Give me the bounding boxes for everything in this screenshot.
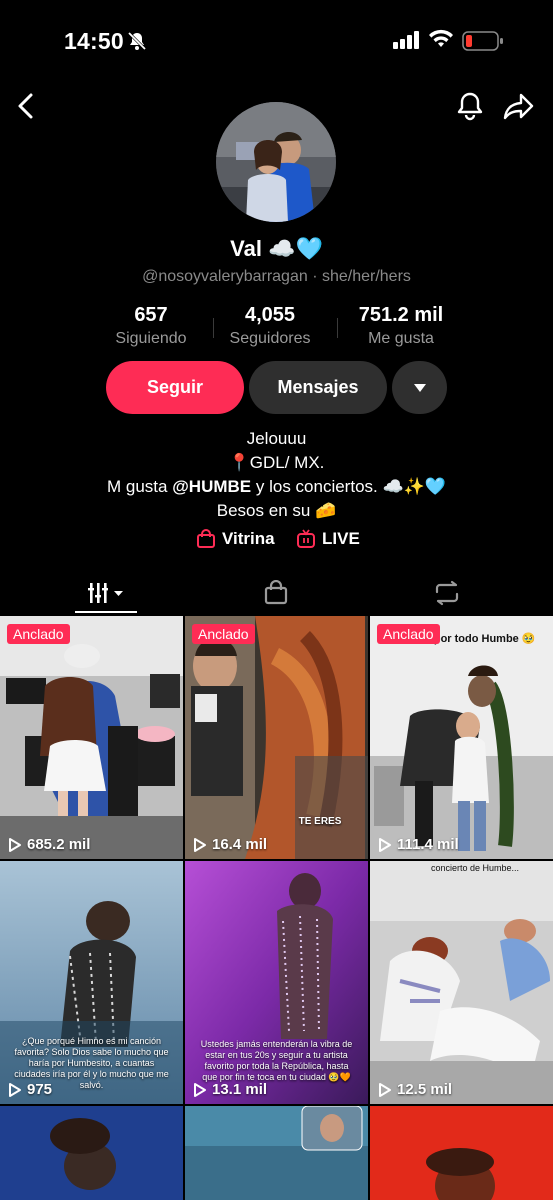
videos-grid-icon — [88, 583, 123, 603]
repost-icon — [435, 580, 459, 606]
video-thumbnail[interactable]: concierto de Humbe... 12.5 mil — [370, 861, 553, 1104]
bio-line: Besos en su 🧀 — [216, 501, 337, 520]
more-options-button[interactable] — [392, 361, 447, 414]
video-caption: TE ERES — [298, 816, 342, 827]
video-thumbnail[interactable] — [370, 1106, 553, 1200]
mention-link[interactable]: @HUMBE — [172, 477, 251, 496]
profile-avatar[interactable] — [216, 102, 336, 222]
content-tabs — [0, 572, 553, 614]
play-icon — [379, 1082, 391, 1097]
profile-links: Vitrina LIVE — [0, 529, 553, 555]
bio-line: Jelouuu — [246, 429, 307, 448]
profile-stats: 657 Siguiendo 4,055 Seguidores 751.2 mil… — [0, 304, 553, 352]
chevron-left-icon — [18, 93, 33, 119]
video-preview — [370, 861, 553, 1104]
play-icon — [194, 837, 206, 852]
wifi-icon — [428, 29, 454, 54]
profile-name: Val ☁️🩵 — [230, 236, 323, 261]
view-count-value: 111.4 mil — [397, 836, 459, 853]
showcase-label: Vitrina — [222, 529, 275, 548]
video-preview — [0, 1106, 183, 1200]
video-thumbnail[interactable]: ¿Que porqué Himno es mi canción favorita… — [0, 861, 183, 1104]
status-bar: 14:50 — [0, 0, 553, 80]
pinned-badge: Anclado — [7, 624, 70, 644]
tv-icon — [297, 529, 315, 548]
view-count: 13.1 mil — [193, 1081, 267, 1098]
showcase-link[interactable]: Vitrina — [196, 529, 275, 549]
video-thumbnail[interactable]: Anclado TE ERES 16.4 mil — [185, 616, 368, 859]
shopping-bag-icon — [197, 529, 215, 548]
follow-button[interactable]: Seguir — [106, 361, 244, 414]
avatar-photo — [216, 102, 336, 222]
live-link[interactable]: LIVE — [296, 529, 360, 549]
video-thumbnail[interactable] — [0, 1106, 183, 1200]
bio-text: M gusta — [107, 477, 173, 496]
play-icon — [9, 1082, 21, 1097]
stat-value: 751.2 mil — [358, 304, 444, 326]
live-label: LIVE — [322, 529, 360, 548]
video-caption: Ustedes jamás entenderán la vibra de est… — [200, 1039, 353, 1082]
bio-line: 📍GDL/ MX. — [228, 453, 325, 472]
view-count: 111.4 mil — [378, 836, 459, 853]
play-icon — [379, 837, 391, 852]
pinned-badge: Anclado — [192, 624, 255, 644]
active-tab-indicator — [75, 611, 137, 613]
stat-value: 4,055 — [244, 304, 296, 326]
video-thumbnail[interactable]: Anclado 685.2 mil — [0, 616, 183, 859]
view-count-value: 16.4 mil — [212, 836, 268, 853]
view-count-value: 12.5 mil — [397, 1081, 453, 1098]
bell-icon — [457, 92, 483, 121]
video-preview — [370, 1106, 553, 1200]
view-count-value: 975 — [27, 1081, 53, 1098]
messages-button[interactable]: Mensajes — [249, 361, 387, 414]
view-count-value: 13.1 mil — [212, 1081, 268, 1098]
tab-reposts[interactable] — [397, 572, 497, 614]
pinned-badge: Anclado — [377, 624, 440, 644]
video-preview — [185, 1106, 368, 1200]
stat-likes[interactable]: 751.2 mil Me gusta — [331, 304, 471, 348]
video-thumbnail[interactable]: Gracias por todo Humbe 🥹 Anclado 111.4 m… — [370, 616, 553, 859]
view-count: 975 — [8, 1081, 52, 1098]
bio-text: y los conciertos. ☁️✨🩵 — [251, 477, 446, 496]
view-count: 685.2 mil — [8, 836, 90, 853]
tab-videos[interactable] — [56, 572, 156, 614]
view-count-value: 685.2 mil — [27, 836, 91, 853]
video-thumbnail[interactable] — [185, 1106, 368, 1200]
video-preview — [0, 616, 183, 859]
tab-showcase[interactable] — [226, 572, 326, 614]
stat-followers[interactable]: 4,055 Seguidores — [200, 304, 340, 348]
view-count: 12.5 mil — [378, 1081, 452, 1098]
view-count: 16.4 mil — [193, 836, 267, 853]
stat-label: Me gusta — [368, 330, 434, 347]
video-caption: concierto de Humbe... — [430, 863, 520, 873]
silent-mode-icon — [126, 30, 148, 57]
play-icon — [9, 837, 21, 852]
battery-low-icon — [462, 31, 504, 56]
video-thumbnail[interactable]: Ustedes jamás entenderán la vibra de est… — [185, 861, 368, 1104]
cellular-signal-icon — [393, 31, 421, 54]
profile-handle: @nosoyvalerybarragan · she/her/hers — [142, 268, 411, 285]
share-arrow-icon — [503, 93, 534, 120]
caret-down-icon — [413, 383, 426, 392]
back-button[interactable] — [14, 92, 38, 125]
bio-line: M gusta @HUMBE y los conciertos. ☁️✨🩵 — [0, 475, 553, 499]
share-button[interactable] — [503, 92, 535, 125]
profile-bio: Jelouuu 📍GDL/ MX. M gusta @HUMBE y los c… — [0, 427, 553, 523]
video-preview — [370, 616, 553, 859]
notifications-button[interactable] — [455, 91, 485, 126]
play-icon — [194, 1082, 206, 1097]
shopping-bag-icon — [264, 580, 288, 605]
stat-label: Seguidores — [229, 330, 311, 347]
status-time: 14:50 — [64, 28, 124, 54]
